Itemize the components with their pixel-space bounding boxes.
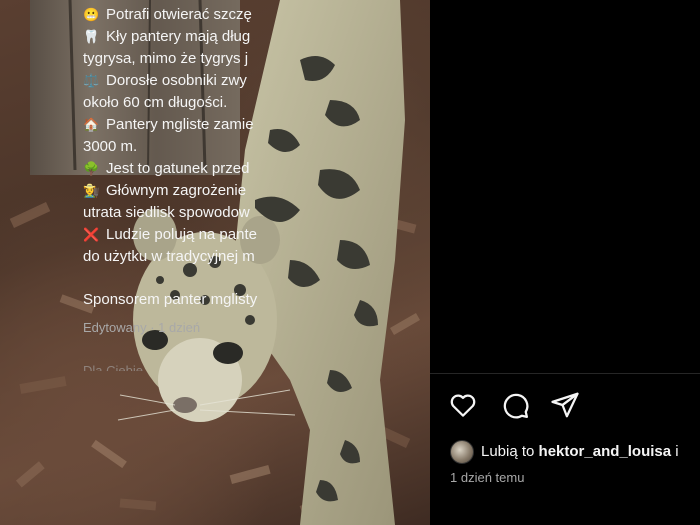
sponsor-text: Sponsorem panter mglisty bbox=[83, 291, 258, 308]
scales-emoji-icon: ⚖️ bbox=[83, 73, 100, 88]
avatar[interactable] bbox=[450, 440, 474, 464]
edited-timestamp[interactable]: Edytowany · 1 dzień bbox=[83, 320, 200, 335]
tooth-emoji-icon: 🦷 bbox=[83, 29, 100, 44]
caption-line: 😬 Potrafi otwierać szczę bbox=[83, 4, 323, 26]
farmer-emoji-icon: 👩‍🌾 bbox=[83, 183, 100, 198]
post-timestamp[interactable]: 1 dzień temu bbox=[450, 470, 524, 485]
caption-line: ❌ Ludzie polują na pante bbox=[83, 224, 323, 246]
caption-line: 3000 m. bbox=[83, 138, 138, 155]
comment-icon[interactable] bbox=[500, 390, 530, 420]
caption-line: 👩‍🌾 Głównym zagrożenie bbox=[83, 180, 323, 202]
house-emoji-icon: 🏠 bbox=[83, 117, 100, 132]
divider bbox=[430, 373, 700, 374]
caption-line: ⚖️ Dorosłe osobniki zwy bbox=[83, 70, 323, 92]
caption-line: 🏠 Pantery mgliste zamie bbox=[83, 114, 323, 136]
share-icon[interactable] bbox=[550, 390, 580, 420]
grimace-emoji-icon: 😬 bbox=[83, 7, 100, 22]
caption-line: utrata siedlisk spowodow bbox=[83, 204, 250, 221]
liker-username-link[interactable]: hektor_and_louisa bbox=[539, 443, 672, 460]
likes-text: Lubią to hektor_and_louisa i bbox=[481, 443, 679, 460]
caption-line: około 60 cm długości. bbox=[83, 94, 228, 111]
caption-line: 🌳 Jest to gatunek przed bbox=[83, 158, 323, 180]
post-caption: 😬 Potrafi otwierać szczę 🦷 Kły pantery maj… bbox=[83, 4, 323, 268]
caption-line: do użytku w tradycyjnej m bbox=[83, 248, 255, 265]
cutoff-text: Dla Ciebie bbox=[83, 363, 143, 371]
caption-line: tygrysa, mimo że tygrys j bbox=[83, 50, 249, 67]
caption-line: 🦷 Kły pantery mają dług bbox=[83, 26, 323, 48]
tree-emoji-icon: 🌳 bbox=[83, 161, 100, 176]
cross-mark-emoji-icon: ❌ bbox=[83, 227, 100, 242]
heart-icon[interactable] bbox=[448, 390, 478, 420]
